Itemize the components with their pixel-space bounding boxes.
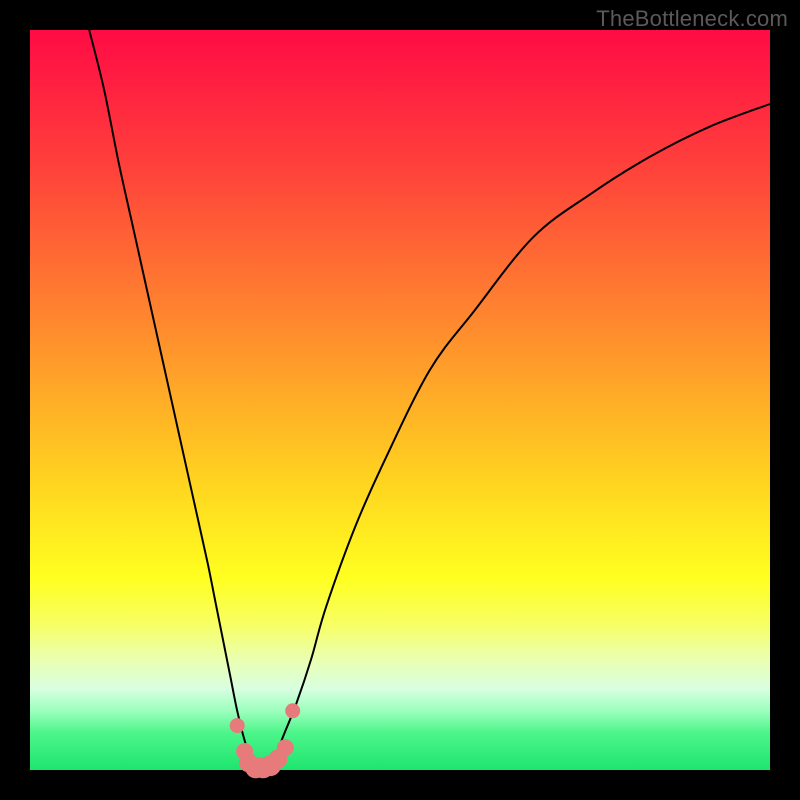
chart-svg <box>30 30 770 770</box>
marker-point <box>230 719 244 733</box>
watermark-text: TheBottleneck.com <box>596 6 788 32</box>
marker-group <box>230 704 300 778</box>
marker-point <box>277 740 293 756</box>
chart-frame: TheBottleneck.com <box>0 0 800 800</box>
plot-area <box>30 30 770 770</box>
marker-point <box>286 704 300 718</box>
bottleneck-curve <box>89 30 770 771</box>
